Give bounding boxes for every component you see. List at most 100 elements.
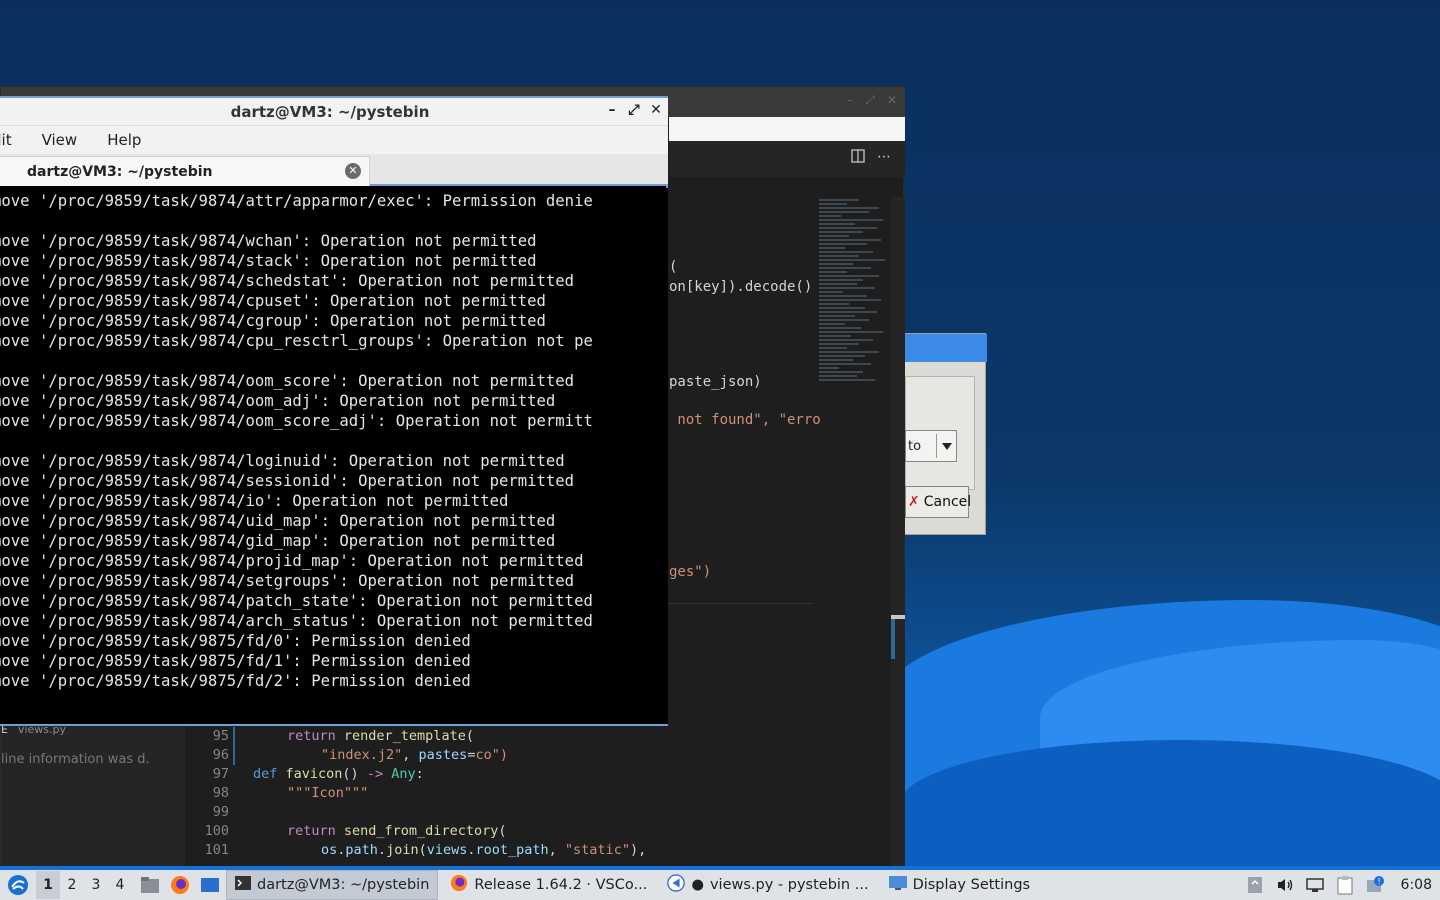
split-editor-icon[interactable] <box>851 149 865 167</box>
task-firefox[interactable]: Release 1.64.2 · VSCo... <box>442 870 655 900</box>
workspace-4[interactable]: 4 <box>108 871 132 899</box>
firefox-icon[interactable] <box>168 873 192 897</box>
clock[interactable]: 6:08 <box>1401 877 1432 893</box>
terminal-line: move '/proc/9859/task/9874/wchan': Opera… <box>0 232 537 250</box>
workspace-1[interactable]: 1 <box>36 871 60 899</box>
code-string: not found", <box>669 412 779 428</box>
task-display-settings[interactable]: Display Settings <box>881 870 1039 900</box>
window-controls: – ⤢ ✕ <box>606 102 662 118</box>
terminal-tab[interactable]: dartz@VM3: ~/pystebin ✕ <box>0 156 370 186</box>
more-actions-icon[interactable]: ⋯ <box>877 149 891 167</box>
workspace-2[interactable]: 2 <box>60 871 84 899</box>
code-text: def favicon() -> Any: <box>253 766 424 782</box>
line-number: 95 <box>212 728 229 744</box>
menu-edit[interactable]: dit <box>0 131 12 149</box>
terminal-line: move '/proc/9859/task/9874/patch_state':… <box>0 592 593 610</box>
code-text: "index.j2", pastes=co") <box>321 747 508 763</box>
minimize-icon[interactable]: – <box>606 102 618 118</box>
dialog-combo[interactable]: to <box>905 430 957 462</box>
close-icon[interactable]: ✕ <box>650 102 662 118</box>
code-string: "erro <box>778 412 821 428</box>
terminal-line: move '/proc/9859/task/9874/oom_adj': Ope… <box>0 392 556 410</box>
line-number: 101 <box>204 842 229 858</box>
terminal-icon <box>235 876 251 894</box>
editor-tab-bar: ⋯ <box>669 141 905 177</box>
update-notification-icon[interactable]: ! <box>1365 875 1385 895</box>
editor-actions: ⋯ <box>851 149 891 167</box>
task-label: views.py - pystebin ... <box>709 877 869 893</box>
terminal-line: move '/proc/9859/task/9874/gid_map': Ope… <box>0 532 556 550</box>
terminal-line: move '/proc/9859/task/9874/stack': Opera… <box>0 252 537 270</box>
task-label: dartz@VM3: ~/pystebin <box>257 877 430 893</box>
start-menu-icon <box>8 875 28 895</box>
code-line: 96 "index.j2", pastes=co") <box>185 746 813 765</box>
task-label: Release 1.64.2 · VSCo... <box>474 877 648 893</box>
clipboard-icon[interactable] <box>1335 875 1355 895</box>
background-dialog: to ✗ Cancel <box>904 333 987 535</box>
terminal-line: move '/proc/9859/task/9874/projid_map': … <box>0 552 584 570</box>
taskbar: 1 2 3 4 dartz@VM3: ~/pystebin Release 1.… <box>0 866 1440 900</box>
line-number: 97 <box>212 766 229 782</box>
unsaved-dot-icon: ● <box>691 877 704 893</box>
vscode-command-bar[interactable] <box>669 117 905 141</box>
menu-view[interactable]: View <box>42 131 78 149</box>
code-line: 97 def favicon() -> Any: <box>185 765 813 784</box>
terminal-line: move '/proc/9859/task/9874/loginuid': Op… <box>0 452 565 470</box>
code-line: 95 return render_template( <box>185 727 813 746</box>
start-menu-button[interactable] <box>4 871 32 899</box>
dialog-titlebar[interactable] <box>905 334 987 362</box>
task-terminal[interactable]: dartz@VM3: ~/pystebin <box>226 870 439 900</box>
code-line: 98 """Icon""" <box>185 784 813 803</box>
task-label: Display Settings <box>912 877 1031 893</box>
terminal-line: move '/proc/9859/task/9874/uid_map': Ope… <box>0 512 556 530</box>
terminal-line: move '/proc/9859/task/9875/fd/2': Permis… <box>0 672 471 690</box>
terminal-line: move '/proc/9859/task/9874/sessionid': O… <box>0 472 575 490</box>
minimize-icon[interactable]: – <box>847 93 853 108</box>
close-tab-icon[interactable]: ✕ <box>345 163 361 179</box>
editor-scrollbar[interactable] <box>891 197 905 867</box>
maximize-icon[interactable]: ⤢ <box>628 102 640 118</box>
code-fragment: ges") <box>669 564 711 580</box>
terminal-line: move '/proc/9859/task/9874/cpu_resctrl_g… <box>0 332 593 350</box>
terminal-titlebar[interactable]: dartz@VM3: ~/pystebin – ⤢ ✕ <box>0 98 668 126</box>
code-string: ges") <box>669 564 712 580</box>
wallpaper-wave <box>900 740 1440 866</box>
minimap[interactable] <box>813 197 891 867</box>
volume-icon[interactable] <box>1275 875 1295 895</box>
maximize-icon[interactable]: ⤢ <box>865 93 875 108</box>
cancel-button-label: Cancel <box>923 494 972 510</box>
system-tray: ! 6:08 <box>1245 870 1440 900</box>
close-icon[interactable]: ✕ <box>887 93 897 108</box>
menu-help[interactable]: Help <box>107 131 141 149</box>
terminal-output[interactable]: move '/proc/9859/task/9874/attr/apparmor… <box>0 188 668 724</box>
workspace-switcher: 1 2 3 4 <box>36 871 132 899</box>
code-text: return send_from_directory( <box>287 823 507 839</box>
terminal-line: move '/proc/9859/task/9874/cpuset': Oper… <box>0 292 546 310</box>
scrollbar-marker <box>891 619 895 659</box>
firefox-icon <box>450 874 468 896</box>
terminal-line: move '/proc/9859/task/9874/schedstat': O… <box>0 272 575 290</box>
code-fragment: on[key]).decode() <box>669 279 813 295</box>
line-number: 96 <box>212 747 229 763</box>
display-icon <box>888 876 907 894</box>
terminal-line: move '/proc/9859/task/9875/fd/0': Permis… <box>0 632 471 650</box>
workspace-3[interactable]: 3 <box>84 871 108 899</box>
terminal-window[interactable]: dartz@VM3: ~/pystebin – ⤢ ✕ dit View Hel… <box>0 96 668 726</box>
file-manager-icon[interactable] <box>138 873 162 897</box>
code-fragment: paste_json) <box>669 374 762 390</box>
tray-box-icon[interactable] <box>1245 875 1265 895</box>
dialog-combo-value: to <box>908 438 922 454</box>
cancel-button[interactable]: ✗ Cancel <box>905 486 972 518</box>
code-line: 100 return send_from_directory( <box>185 822 813 841</box>
vscode-icon <box>667 874 686 896</box>
terminal-line: move '/proc/9859/task/9874/setgroups': O… <box>0 572 575 590</box>
chevron-down-icon[interactable] <box>936 434 956 458</box>
terminal-line: move '/proc/9859/task/9874/io': Operatio… <box>0 492 509 510</box>
network-icon[interactable] <box>1305 875 1325 895</box>
desktop-icon[interactable] <box>198 873 222 897</box>
task-vscode[interactable]: ● views.py - pystebin ... <box>659 870 876 900</box>
